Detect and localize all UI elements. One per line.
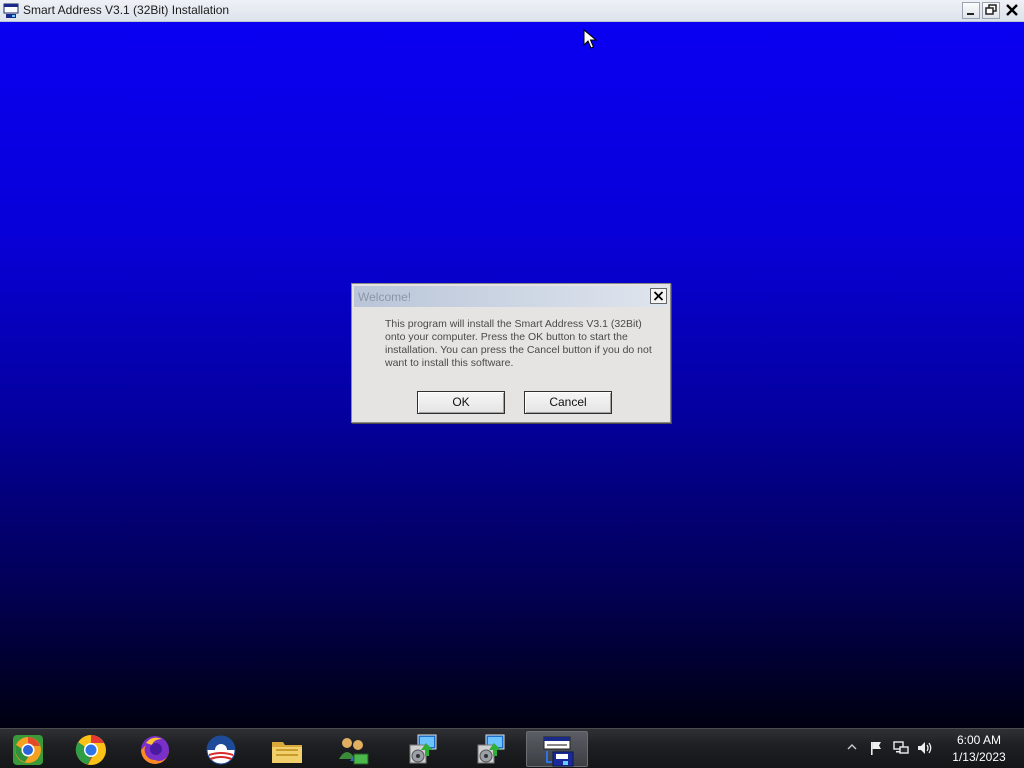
installer-title-bar[interactable]: Smart Address V3.1 (32Bit) Installation <box>0 0 1024 22</box>
close-icon <box>1006 4 1018 16</box>
restore-icon <box>985 4 997 15</box>
dialog-message: This program will install the Smart Addr… <box>385 318 652 369</box>
taskbar-item-chrome-canary[interactable] <box>0 731 59 767</box>
taskbar-item-obama[interactable] <box>190 731 252 767</box>
taskbar-item-chrome[interactable] <box>60 731 122 767</box>
clock-date: 1/13/2023 <box>952 750 1006 764</box>
dialog-title: Welcome! <box>358 290 412 304</box>
network-users-icon <box>339 738 369 765</box>
restore-button[interactable] <box>982 2 1000 19</box>
installer-icon <box>477 734 505 764</box>
taskbar-item-file-explorer[interactable] <box>256 731 318 767</box>
chrome-icon <box>75 735 106 765</box>
network-icon[interactable] <box>892 740 910 756</box>
volume-icon[interactable] <box>916 740 934 756</box>
close-icon <box>653 291 664 301</box>
minimize-button[interactable] <box>962 2 980 19</box>
setup-window-icon <box>543 736 574 767</box>
installer-icon <box>409 734 437 764</box>
taskbar-item-installer-1[interactable] <box>392 731 454 767</box>
show-hidden-icon[interactable] <box>846 742 858 752</box>
chrome-canary-icon <box>13 735 43 765</box>
action-center-flag-icon[interactable] <box>868 740 884 756</box>
file-explorer-icon <box>272 742 302 763</box>
taskbar <box>0 728 1024 768</box>
system-clock[interactable]: 6:00 AM 1/13/2023 <box>938 732 1020 766</box>
setup-window-icon <box>3 3 19 18</box>
window-title: Smart Address V3.1 (32Bit) Installation <box>23 3 230 17</box>
clock-time: 6:00 AM <box>956 733 1002 747</box>
taskbar-item-firefox[interactable] <box>124 731 186 767</box>
welcome-dialog: Welcome! This program will install the S… <box>351 283 671 423</box>
taskbar-item-network-users[interactable] <box>322 731 384 767</box>
obama-logo-icon <box>206 735 236 765</box>
taskbar-item-installer-2[interactable] <box>460 731 522 767</box>
minimize-icon <box>967 13 974 15</box>
firefox-icon <box>141 736 170 764</box>
close-button[interactable] <box>1003 2 1021 19</box>
dialog-close-button[interactable] <box>650 288 667 304</box>
taskbar-item-setup-active[interactable] <box>526 731 588 767</box>
cancel-button[interactable]: Cancel <box>524 391 612 414</box>
mouse-cursor-icon <box>583 29 597 49</box>
ok-button[interactable]: OK <box>417 391 505 414</box>
dialog-title-bar[interactable]: Welcome! <box>354 286 668 307</box>
